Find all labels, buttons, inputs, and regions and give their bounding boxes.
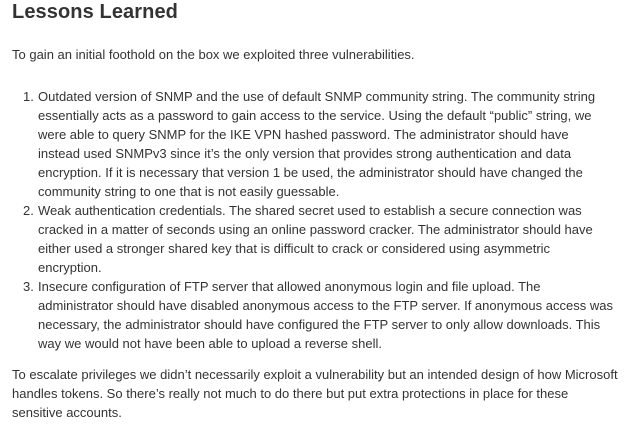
- section-heading: Lessons Learned: [12, 1, 179, 23]
- outro-paragraph: To escalate privileges we didn’t necessa…: [12, 367, 618, 420]
- list-item-number: 3.: [23, 279, 34, 294]
- list-item-snmp: 1. Outdated version of SNMP and the use …: [0, 87, 614, 201]
- list-item-ftp: 3. Insecure configuration of FTP server …: [0, 277, 614, 353]
- list-item-text: Insecure configuration of FTP server tha…: [38, 279, 613, 351]
- article: Lessons Learned To gain an initial footh…: [0, 0, 632, 434]
- list-item-number: 2.: [23, 203, 34, 218]
- list-item-text: Weak authentication credentials. The sha…: [38, 203, 593, 275]
- list-item-weak-credentials: 2. Weak authentication credentials. The …: [0, 201, 614, 277]
- vulnerability-list: 1. Outdated version of SNMP and the use …: [0, 87, 632, 353]
- list-item-number: 1.: [23, 89, 34, 104]
- list-item-text: Outdated version of SNMP and the use of …: [38, 89, 596, 199]
- intro-paragraph: To gain an initial foothold on the box w…: [12, 47, 415, 62]
